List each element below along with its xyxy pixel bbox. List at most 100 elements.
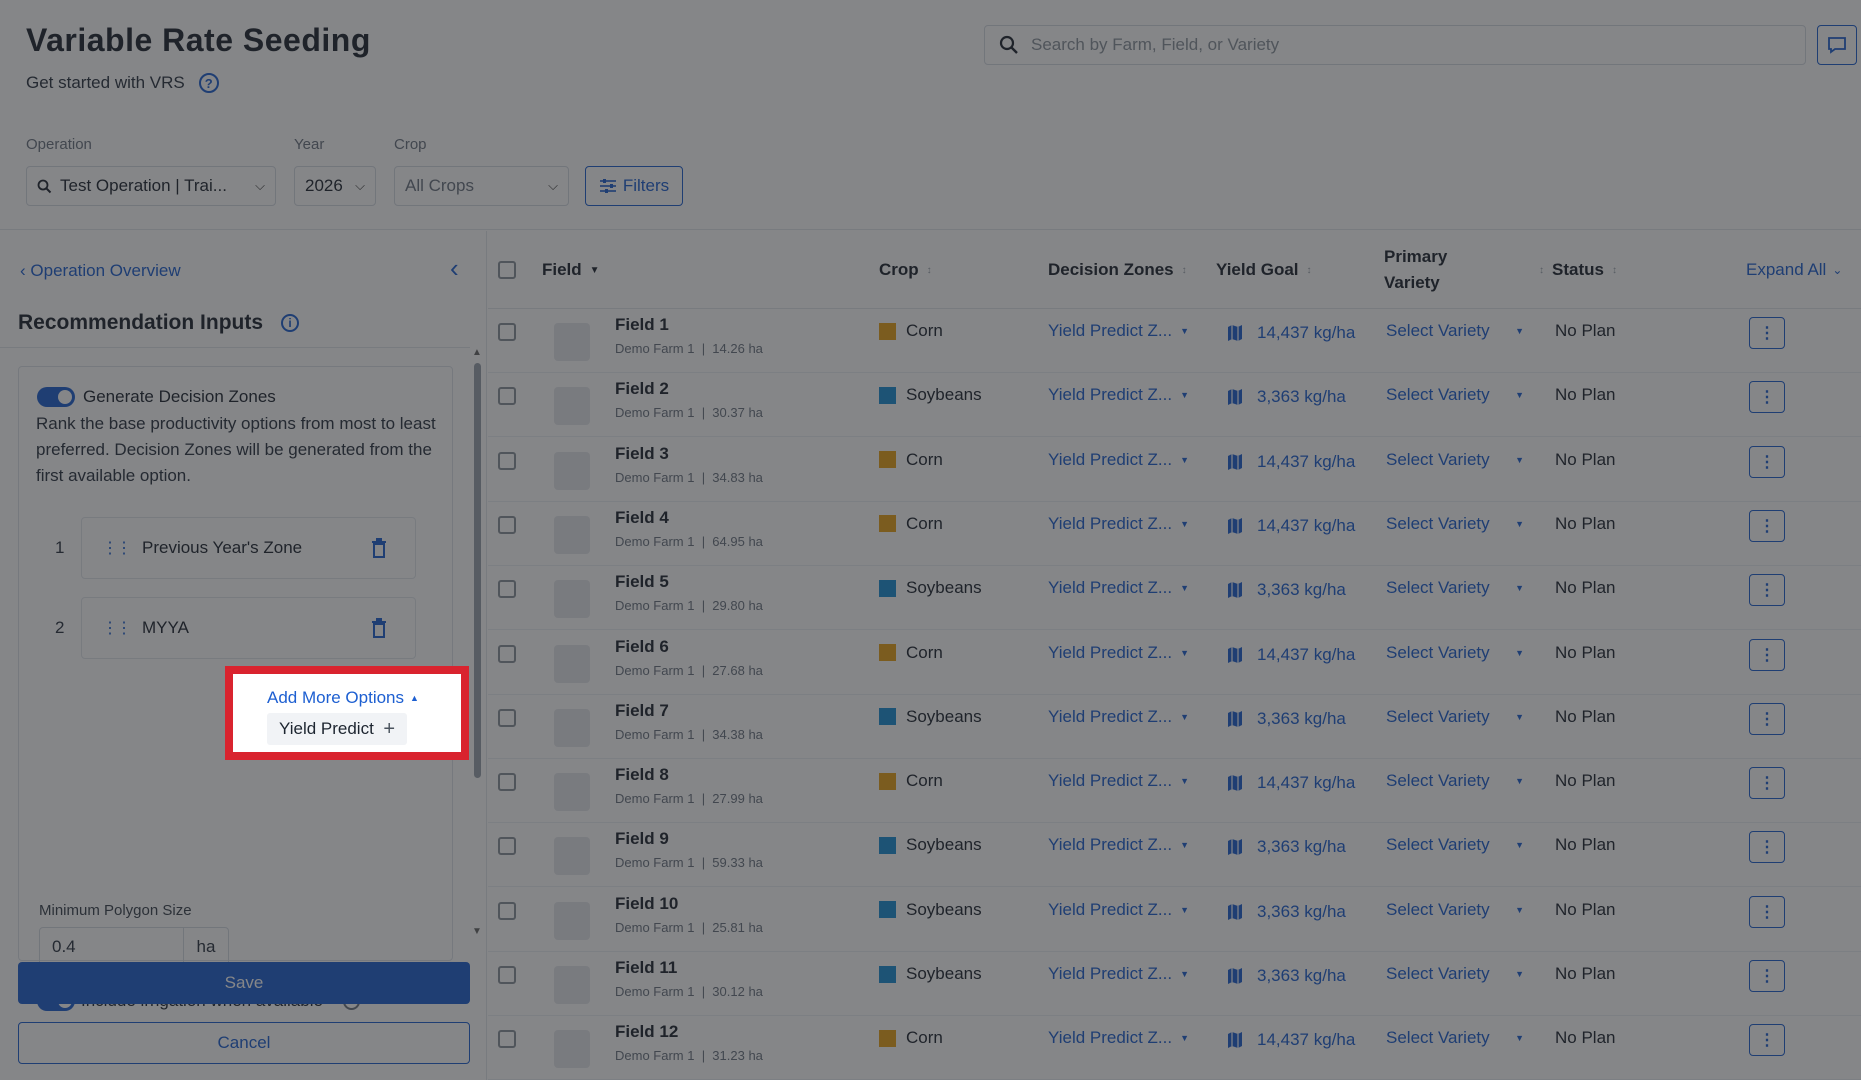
decision-zones-select[interactable]: Yield Predict Z... ▼ [1048, 578, 1189, 598]
field-cell[interactable]: Field 2 Demo Farm 1 | 30.37 ha [615, 379, 763, 420]
yield-goal-cell[interactable]: 3,363 kg/ha [1227, 902, 1346, 922]
variety-select[interactable]: Select Variety ▼ [1386, 835, 1524, 855]
column-primary-variety[interactable]: Primary Variety ↕ [1384, 231, 1544, 309]
row-menu-button[interactable]: ⋮ [1749, 1024, 1785, 1057]
table-row[interactable]: Field 12 Demo Farm 1 | 31.23 ha Corn Yield … [488, 1016, 1861, 1080]
field-cell[interactable]: Field 7 Demo Farm 1 | 34.38 ha [615, 701, 763, 742]
field-cell[interactable]: Field 9 Demo Farm 1 | 59.33 ha [615, 829, 763, 870]
row-menu-button[interactable]: ⋮ [1749, 702, 1785, 735]
row-menu-button[interactable]: ⋮ [1749, 445, 1785, 478]
table-row[interactable]: Field 3 Demo Farm 1 | 34.83 ha Corn Yield P… [488, 438, 1861, 502]
decision-zones-select[interactable]: Yield Predict Z... ▼ [1048, 771, 1189, 791]
yield-goal-cell[interactable]: 14,437 kg/ha [1227, 1030, 1355, 1050]
row-menu-button[interactable]: ⋮ [1749, 638, 1785, 671]
filters-button[interactable]: Filters [585, 166, 683, 206]
field-cell[interactable]: Field 4 Demo Farm 1 | 64.95 ha [615, 508, 763, 549]
decision-zones-select[interactable]: Yield Predict Z... ▼ [1048, 450, 1189, 470]
row-checkbox[interactable] [498, 1030, 516, 1049]
yield-predict-option[interactable]: Yield Predict + [267, 713, 407, 745]
table-row[interactable]: Field 7 Demo Farm 1 | 34.38 ha Soybeans Yie… [488, 695, 1861, 759]
yield-goal-cell[interactable]: 14,437 kg/ha [1227, 516, 1355, 536]
field-cell[interactable]: Field 8 Demo Farm 1 | 27.99 ha [615, 765, 763, 806]
trash-icon[interactable] [371, 538, 387, 558]
select-all-checkbox[interactable] [498, 261, 516, 279]
yield-goal-cell[interactable]: 3,363 kg/ha [1227, 709, 1346, 729]
table-row[interactable]: Field 2 Demo Farm 1 | 30.37 ha Soybeans Yie… [488, 373, 1861, 438]
plus-icon[interactable]: + [383, 718, 395, 741]
scroll-up-icon[interactable]: ▲ [472, 347, 482, 358]
field-cell[interactable]: Field 11 Demo Farm 1 | 30.12 ha [615, 958, 763, 999]
row-checkbox[interactable] [498, 515, 516, 534]
variety-select[interactable]: Select Variety ▼ [1386, 771, 1524, 791]
variety-select[interactable]: Select Variety ▼ [1386, 1028, 1524, 1048]
zone-option-myya[interactable]: ⋮⋮ MYYA [81, 597, 416, 659]
drag-handle-icon[interactable]: ⋮⋮ [102, 538, 132, 558]
expand-all-button[interactable]: Expand All ⌄ [1746, 231, 1842, 309]
variety-select[interactable]: Select Variety ▼ [1386, 964, 1524, 984]
field-cell[interactable]: Field 5 Demo Farm 1 | 29.80 ha [615, 572, 763, 613]
panel-scrollbar[interactable]: ▲ ▼ [472, 347, 482, 937]
crop-select[interactable]: All Crops ⌵ [394, 166, 569, 206]
column-status[interactable]: Status ↕ [1552, 231, 1617, 309]
min-polygon-input[interactable]: 0.4 [39, 927, 184, 967]
row-menu-button[interactable]: ⋮ [1749, 317, 1785, 349]
decision-zones-select[interactable]: Yield Predict Z... ▼ [1048, 835, 1189, 855]
table-row[interactable]: Field 9 Demo Farm 1 | 59.33 ha Soybeans Yie… [488, 823, 1861, 888]
help-icon[interactable]: ? [198, 73, 219, 93]
row-menu-button[interactable]: ⋮ [1749, 895, 1785, 928]
table-row[interactable]: Field 8 Demo Farm 1 | 27.99 ha Corn Yield P… [488, 759, 1861, 824]
table-row[interactable]: Field 6 Demo Farm 1 | 27.68 ha Corn Yield P… [488, 631, 1861, 695]
yield-goal-cell[interactable]: 3,363 kg/ha [1227, 387, 1346, 407]
get-started-link[interactable]: Get started with VRS ? [26, 73, 219, 93]
field-cell[interactable]: Field 6 Demo Farm 1 | 27.68 ha [615, 637, 763, 678]
field-cell[interactable]: Field 10 Demo Farm 1 | 25.81 ha [615, 894, 763, 935]
trash-icon[interactable] [371, 618, 387, 638]
yield-goal-cell[interactable]: 14,437 kg/ha [1227, 323, 1355, 343]
decision-zones-select[interactable]: Yield Predict Z... ▼ [1048, 900, 1189, 920]
row-checkbox[interactable] [498, 323, 516, 341]
decision-zones-select[interactable]: Yield Predict Z... ▼ [1048, 964, 1189, 984]
row-checkbox[interactable] [498, 451, 516, 470]
variety-select[interactable]: Select Variety ▼ [1386, 900, 1524, 920]
operation-overview-link[interactable]: ‹ Operation Overview [20, 261, 181, 281]
scrollbar-thumb[interactable] [474, 363, 481, 778]
row-menu-button[interactable]: ⋮ [1749, 831, 1785, 864]
decision-zones-select[interactable]: Yield Predict Z... ▼ [1048, 643, 1189, 663]
field-cell[interactable]: Field 1 Demo Farm 1 | 14.26 ha [615, 315, 763, 356]
row-menu-button[interactable]: ⋮ [1749, 960, 1785, 992]
table-row[interactable]: Field 4 Demo Farm 1 | 64.95 ha Corn Yield P… [488, 502, 1861, 566]
field-cell[interactable]: Field 3 Demo Farm 1 | 34.83 ha [615, 444, 763, 485]
row-menu-button[interactable]: ⋮ [1749, 767, 1785, 800]
row-checkbox[interactable] [498, 644, 516, 663]
row-checkbox[interactable] [498, 708, 516, 727]
yield-goal-cell[interactable]: 3,363 kg/ha [1227, 966, 1346, 986]
column-field[interactable]: Field ▼ [542, 231, 600, 309]
variety-select[interactable]: Select Variety ▼ [1386, 321, 1524, 341]
decision-zones-select[interactable]: Yield Predict Z... ▼ [1048, 385, 1189, 405]
variety-select[interactable]: Select Variety ▼ [1386, 578, 1524, 598]
variety-select[interactable]: Select Variety ▼ [1386, 643, 1524, 663]
generate-zones-toggle[interactable] [37, 387, 75, 407]
row-checkbox[interactable] [498, 580, 516, 599]
decision-zones-select[interactable]: Yield Predict Z... ▼ [1048, 514, 1189, 534]
table-row[interactable]: Field 1 Demo Farm 1 | 14.26 ha Corn Yield P… [488, 309, 1861, 373]
decision-zones-select[interactable]: Yield Predict Z... ▼ [1048, 1028, 1189, 1048]
cancel-button[interactable]: Cancel [18, 1022, 470, 1064]
row-menu-button[interactable]: ⋮ [1749, 381, 1785, 414]
variety-select[interactable]: Select Variety ▼ [1386, 514, 1524, 534]
table-row[interactable]: Field 11 Demo Farm 1 | 30.12 ha Soybeans Yi… [488, 952, 1861, 1016]
scroll-down-icon[interactable]: ▼ [472, 926, 482, 937]
row-menu-button[interactable]: ⋮ [1749, 574, 1785, 607]
collapse-panel-icon[interactable]: ‹ [450, 253, 459, 284]
yield-goal-cell[interactable]: 14,437 kg/ha [1227, 645, 1355, 665]
table-row[interactable]: Field 10 Demo Farm 1 | 25.81 ha Soybeans Yi… [488, 888, 1861, 952]
row-checkbox[interactable] [498, 773, 516, 792]
info-icon[interactable]: i [281, 314, 300, 332]
yield-goal-cell[interactable]: 3,363 kg/ha [1227, 837, 1346, 857]
variety-select[interactable]: Select Variety ▼ [1386, 385, 1524, 405]
row-checkbox[interactable] [498, 837, 516, 856]
decision-zones-select[interactable]: Yield Predict Z... ▼ [1048, 321, 1189, 341]
variety-select[interactable]: Select Variety ▼ [1386, 450, 1524, 470]
save-button[interactable]: Save [18, 962, 470, 1004]
operation-select[interactable]: Test Operation | Trai... ⌵ [26, 166, 276, 206]
